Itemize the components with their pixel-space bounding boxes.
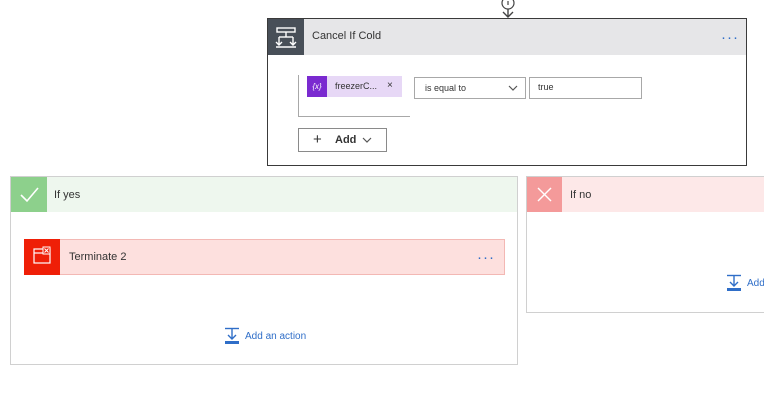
if-yes-branch: If yes Terminate 2 ··· Add an action — [10, 176, 518, 365]
add-an-action-label: Add an action — [245, 331, 307, 342]
token-remove-button[interactable]: × — [387, 80, 393, 91]
close-icon — [527, 177, 562, 212]
terminate-icon — [24, 239, 60, 275]
if-no-title: If no — [570, 189, 592, 201]
condition-value-input[interactable]: true — [529, 77, 642, 99]
arrow-down-icon — [501, 0, 515, 18]
operator-selected-value: is equal to — [425, 83, 467, 93]
condition-icon — [268, 19, 304, 55]
if-yes-header[interactable]: If yes — [11, 177, 517, 212]
operator-dropdown[interactable]: is equal to — [414, 77, 526, 99]
condition-card[interactable]: Cancel If Cold ··· {x} freezerC... × is … — [267, 18, 747, 166]
plus-icon: + — [313, 131, 322, 148]
chevron-down-icon — [362, 137, 372, 143]
add-button-label: Add — [335, 134, 357, 146]
condition-more-button[interactable]: ··· — [721, 30, 739, 45]
check-icon — [11, 177, 47, 212]
if-no-header[interactable]: If no — [527, 177, 764, 212]
if-yes-title: If yes — [54, 189, 81, 201]
terminate-action-card[interactable]: Terminate 2 ··· — [24, 239, 505, 275]
condition-header[interactable]: Cancel If Cold ··· — [268, 19, 746, 55]
chevron-down-icon — [508, 85, 518, 91]
condition-title[interactable]: Cancel If Cold — [312, 30, 381, 42]
add-action-icon — [225, 327, 239, 344]
if-no-branch: If no Add — [526, 176, 764, 313]
add-action-icon — [727, 274, 741, 291]
variable-icon: {x} — [307, 76, 327, 97]
add-action-no-label: Add — [747, 278, 764, 289]
token-label: freezerC... — [335, 81, 378, 91]
terminate-action-title: Terminate 2 — [69, 251, 127, 263]
terminate-more-button[interactable]: ··· — [477, 250, 495, 265]
add-condition-button[interactable]: + Add — [298, 128, 387, 152]
dynamic-content-token[interactable]: {x} freezerC... × — [307, 76, 402, 97]
